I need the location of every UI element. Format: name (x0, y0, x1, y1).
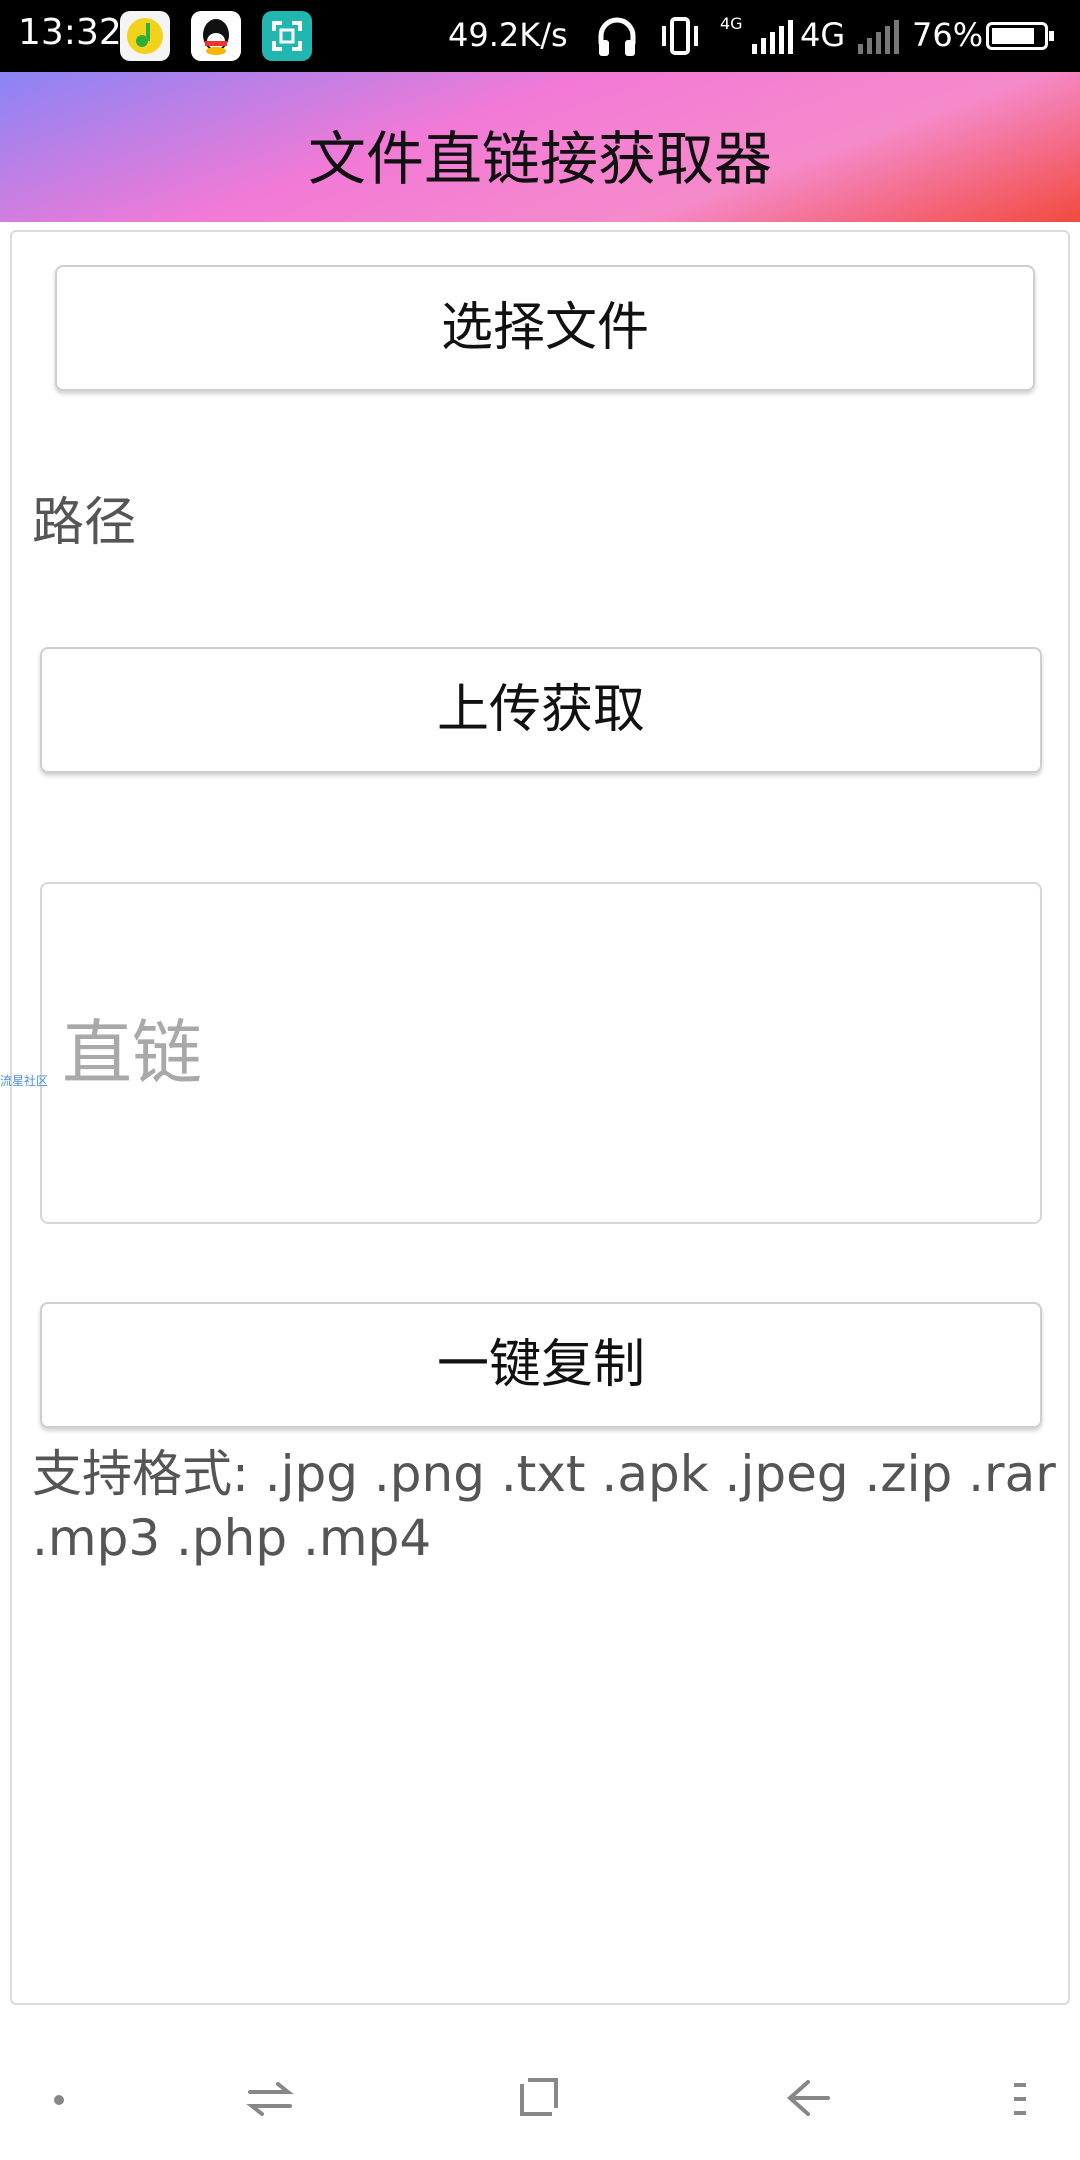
scan-app-icon (262, 11, 312, 61)
page-title: 文件直链接获取器 (307, 125, 772, 193)
supported-formats-text: 支持格式: .jpg .png .txt .apk .jpeg .zip .ra… (32, 1445, 1056, 1567)
watermark-text: 流星社区 (0, 1074, 49, 1088)
network-speed: 49.2K/s (448, 16, 568, 54)
app-header: 文件直链接获取器 (0, 72, 1080, 222)
back-icon[interactable] (784, 2076, 832, 2124)
upload-button[interactable]: 上传获取 (40, 647, 1042, 773)
signal-icon-secondary (858, 20, 899, 54)
status-time: 13:32 (18, 12, 122, 53)
signal-icon (752, 20, 793, 54)
network-type: 4G (800, 16, 846, 54)
music-app-icon (120, 11, 170, 61)
headphones-icon (596, 14, 638, 62)
status-bar: 13:32 49.2K/s 4G 4G 76% (0, 0, 1080, 72)
battery-percent: 76% (912, 16, 984, 54)
choose-file-button[interactable]: 选择文件 (55, 265, 1035, 391)
direct-link-field[interactable]: 直链 (40, 882, 1042, 1224)
vibrate-icon (658, 16, 702, 60)
dot-icon[interactable] (52, 2092, 66, 2111)
navigation-bar (0, 2012, 1080, 2160)
switch-icon[interactable] (246, 2078, 294, 2124)
qq-app-icon (191, 11, 241, 61)
menu-icon[interactable] (1010, 2080, 1030, 2122)
copy-button[interactable]: 一键复制 (40, 1302, 1042, 1428)
home-square-icon[interactable] (516, 2074, 562, 2124)
battery-icon (986, 22, 1054, 50)
network-small-label: 4G (720, 14, 743, 33)
path-label: 路径 (32, 493, 137, 553)
content-panel: 选择文件 路径 上传获取 直链 一键复制 支持格式: .jpg .png .tx… (10, 230, 1070, 2005)
